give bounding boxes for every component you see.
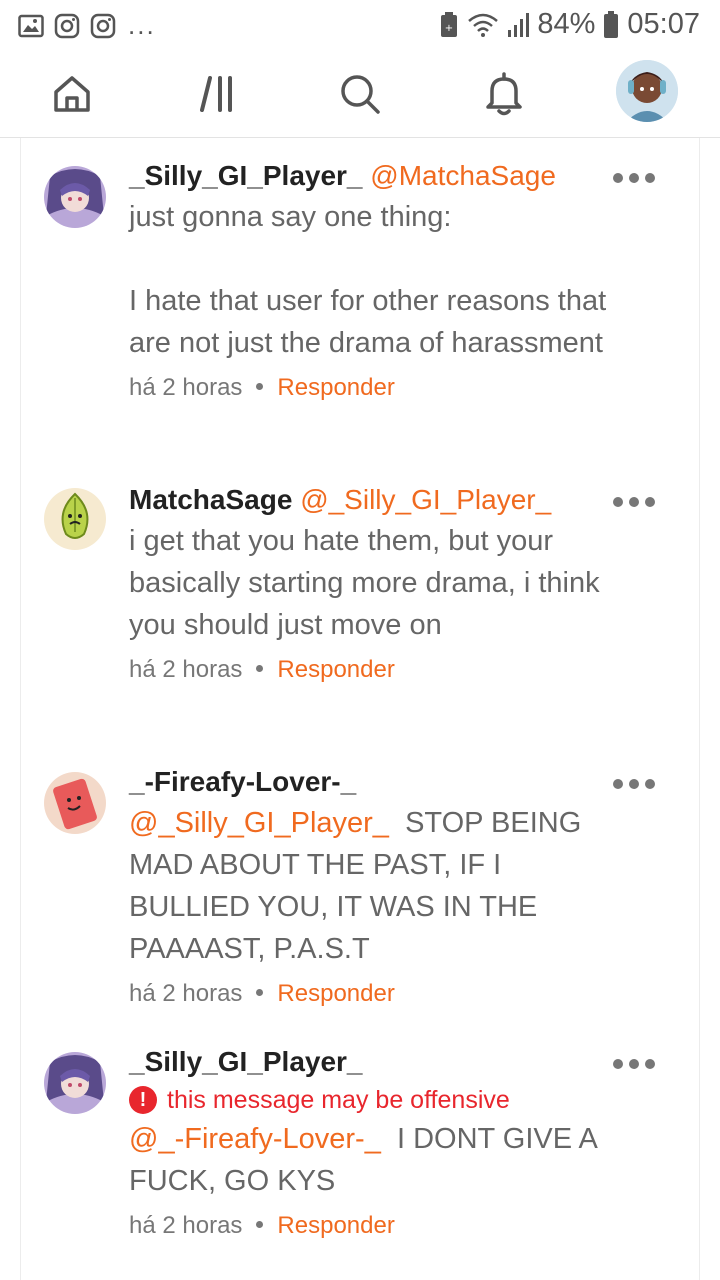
- username[interactable]: _Silly_GI_Player_: [129, 1046, 363, 1077]
- comment-meta: há 2 horas Responder: [129, 650, 609, 690]
- timestamp: há 2 horas: [129, 374, 243, 401]
- more-options-icon[interactable]: [613, 168, 657, 188]
- separator-dot: [256, 1221, 264, 1229]
- mention-link[interactable]: @_Silly_GI_Player_: [300, 484, 551, 515]
- comment-header: MatchaSage @_Silly_GI_Player_: [129, 480, 609, 520]
- username[interactable]: _-Fireafy-Lover-_: [129, 766, 356, 797]
- bell-icon[interactable]: [474, 64, 534, 124]
- timestamp: há 2 horas: [129, 980, 243, 1007]
- reply-button[interactable]: Responder: [277, 656, 394, 683]
- reply-button[interactable]: Responder: [277, 1212, 394, 1239]
- alert-icon: !: [129, 1086, 157, 1114]
- feed-icon[interactable]: [188, 64, 248, 124]
- avatar[interactable]: [44, 1052, 106, 1114]
- clock: 05:07: [627, 8, 700, 40]
- comment-header: _Silly_GI_Player_ @MatchaSage: [129, 156, 609, 196]
- comment-text: @_-Fireafy-Lover-_ I DONT GIVE A FUCK, G…: [129, 1118, 609, 1202]
- comment-meta: há 2 horas Responder: [129, 974, 609, 1014]
- more-options-icon[interactable]: [613, 774, 657, 794]
- separator-dot: [256, 383, 264, 391]
- avatar[interactable]: [44, 166, 106, 228]
- more-notifications: ...: [128, 10, 156, 40]
- username[interactable]: _Silly_GI_Player_: [129, 160, 363, 191]
- warning-text: this message may be offensive: [167, 1086, 510, 1114]
- battery-icon: [603, 10, 619, 39]
- mention-link[interactable]: @_Silly_GI_Player_: [129, 807, 389, 839]
- search-icon[interactable]: [330, 64, 390, 124]
- comment-header: _-Fireafy-Lover-_: [129, 762, 609, 802]
- instagram-icon: [90, 13, 116, 39]
- timestamp: há 2 horas: [129, 1212, 243, 1239]
- profile-avatar[interactable]: [616, 60, 678, 122]
- comment-text: i get that you hate them, but your basic…: [129, 525, 608, 641]
- mention-link[interactable]: @MatchaSage: [370, 160, 556, 191]
- wifi-icon: [467, 12, 499, 38]
- timestamp: há 2 horas: [129, 656, 243, 683]
- more-options-icon[interactable]: [613, 1054, 657, 1074]
- comment-header: _Silly_GI_Player_: [129, 1042, 609, 1082]
- comment-text: just gonna say one thing: I hate that us…: [129, 201, 607, 359]
- offensive-warning: ! this message may be offensive: [129, 1082, 609, 1118]
- mention-link[interactable]: @_-Fireafy-Lover-_: [129, 1123, 381, 1155]
- reply-button[interactable]: Responder: [277, 374, 394, 401]
- username[interactable]: MatchaSage: [129, 484, 292, 515]
- reply-button[interactable]: Responder: [277, 980, 394, 1007]
- comment-meta: há 2 horas Responder: [129, 1206, 609, 1246]
- status-bar: ... + 84% 05:07: [0, 0, 720, 50]
- more-options-icon[interactable]: [613, 492, 657, 512]
- gallery-icon: [18, 14, 44, 38]
- avatar[interactable]: [44, 772, 106, 834]
- separator-dot: [256, 989, 264, 997]
- instagram-icon: [54, 13, 80, 39]
- battery-percentage: 84%: [537, 8, 596, 40]
- signal-icon: [507, 12, 530, 38]
- comment-meta: há 2 horas Responder: [129, 368, 609, 408]
- svg-text:+: +: [445, 23, 453, 34]
- comments-list: _Silly_GI_Player_ @MatchaSage just gonna…: [20, 138, 700, 1280]
- data-saver-icon: +: [439, 11, 459, 39]
- separator-dot: [256, 665, 264, 673]
- home-icon[interactable]: [42, 64, 102, 124]
- top-navigation: [0, 50, 720, 138]
- comment-text: @_Silly_GI_Player_ STOP BEING MAD ABOUT …: [129, 802, 609, 970]
- avatar[interactable]: [44, 488, 106, 550]
